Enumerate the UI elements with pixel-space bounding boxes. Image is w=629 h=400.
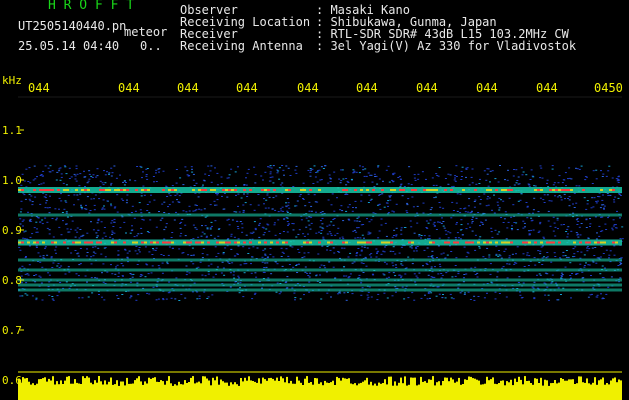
signal-line <box>18 283 622 287</box>
x-tick-label: 044 <box>356 81 378 95</box>
datetime-label: 25.05.14 04:40 <box>18 39 120 53</box>
x-tick-label: 044 <box>416 81 438 95</box>
y-tick-label: 0.8 <box>2 274 22 287</box>
signal-line <box>18 213 622 217</box>
y-tick-label: 0.6 <box>2 374 22 387</box>
hrofft-logo: H R O F F T <box>48 0 135 13</box>
antenna-label: Receiving Antenna <box>180 39 303 53</box>
x-tick-label: 044 <box>28 81 50 95</box>
y-tick-label: 1.1 <box>2 124 22 137</box>
counter-label: 0.. <box>140 39 162 53</box>
signal-line <box>18 278 622 282</box>
meteor-label: meteor <box>124 25 168 39</box>
filename-label: UT2505140440.pn <box>18 19 127 33</box>
signal-lines <box>18 187 622 292</box>
x-tick-label: 0450 <box>594 81 623 95</box>
antenna-value: : 3el Yagi(V) Az 330 for Vladivostok <box>316 39 577 53</box>
x-tick-label: 044 <box>118 81 140 95</box>
spectrogram-canvas <box>18 96 624 400</box>
audio-level-bar <box>18 376 622 400</box>
x-tick-label: 044 <box>536 81 558 95</box>
x-tick-label: 044 <box>236 81 258 95</box>
y-tick-label: 0.7 <box>2 324 22 337</box>
y-tick-label: 1.0 <box>2 174 22 187</box>
signal-line <box>18 288 622 292</box>
x-tick-label: 044 <box>476 81 498 95</box>
y-tick-label: 0.9 <box>2 224 22 237</box>
axis-grid <box>18 96 622 373</box>
x-tick-label: 044 <box>297 81 319 95</box>
signal-line <box>18 258 622 262</box>
signal-line <box>18 268 622 272</box>
y-unit-label: kHz <box>2 74 22 87</box>
x-tick-label: 044 <box>177 81 199 95</box>
